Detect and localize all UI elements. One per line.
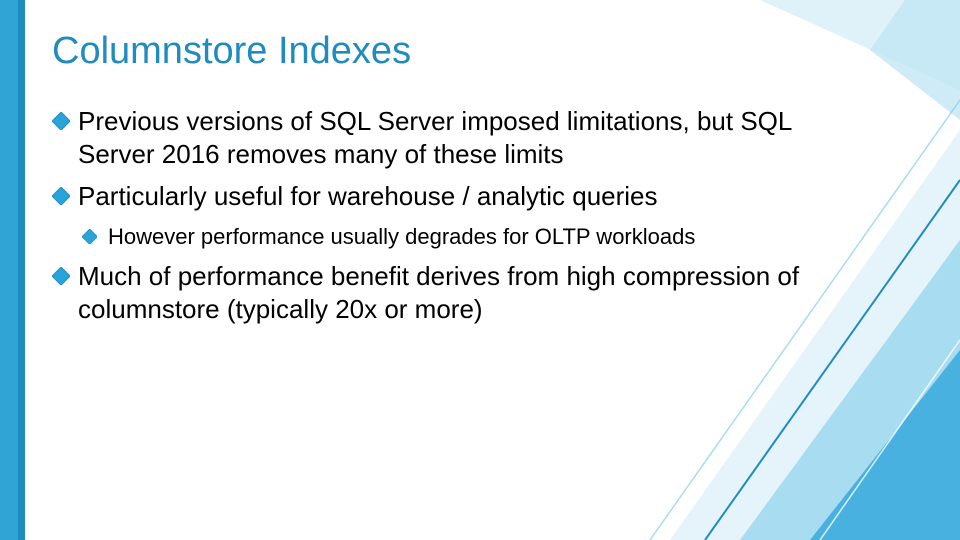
diamond-bullet-icon (82, 229, 97, 244)
bullet-level1: Particularly useful for warehouse / anal… (52, 180, 840, 213)
bullet-text: Particularly useful for warehouse / anal… (78, 181, 658, 211)
bullet-text: However performance usually degrades for… (108, 224, 695, 249)
slide: Columnstore Indexes Previous versions of… (0, 0, 960, 540)
slide-title: Columnstore Indexes (52, 30, 411, 73)
diamond-bullet-icon (52, 187, 70, 205)
bullet-text: Previous versions of SQL Server imposed … (78, 106, 791, 169)
bullet-text: Much of performance benefit derives from… (78, 261, 799, 324)
slide-body: Previous versions of SQL Server imposed … (52, 105, 840, 335)
bullet-level1: Much of performance benefit derives from… (52, 260, 840, 325)
diamond-bullet-icon (52, 112, 70, 130)
diamond-bullet-icon (52, 267, 70, 285)
bullet-level1: Previous versions of SQL Server imposed … (52, 105, 840, 170)
bullet-level2: However performance usually degrades for… (82, 223, 840, 251)
